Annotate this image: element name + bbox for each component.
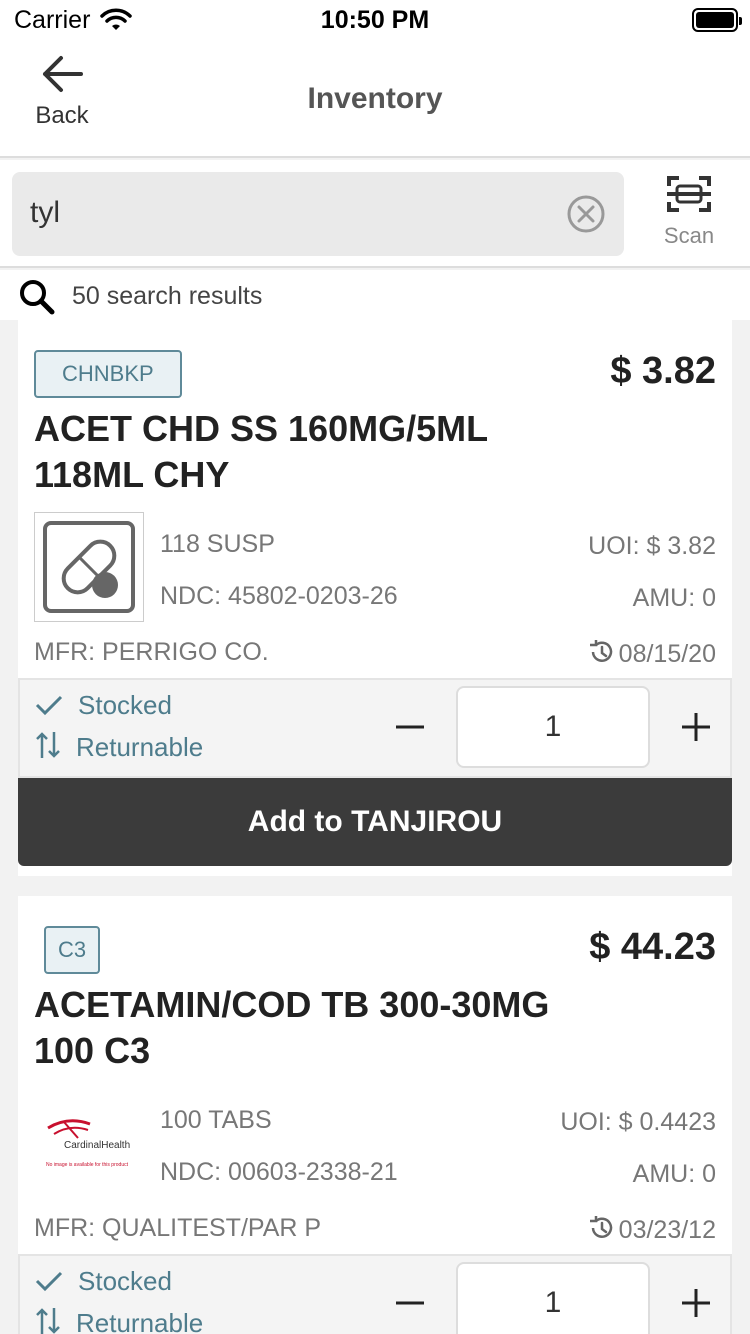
search-icon	[20, 280, 55, 315]
product-ndc: NDC: 00603-2338-21	[160, 1158, 398, 1186]
increase-quantity-button[interactable]	[676, 702, 716, 752]
product-amu: AMU: 0	[632, 1160, 716, 1188]
search-input[interactable]: tyl	[12, 172, 624, 256]
product-uoi: UOI: $ 3.82	[588, 532, 716, 560]
cardinal-health-logo: CardinalHealth No image is available for…	[34, 1088, 144, 1198]
product-name-line1: ACETAMIN/COD TB 300-30MG	[34, 984, 550, 1025]
svg-text:CardinalHealth: CardinalHealth	[64, 1140, 130, 1151]
product-price: $ 44.23	[589, 926, 716, 968]
search-query: tyl	[30, 196, 60, 229]
history-icon	[589, 1216, 612, 1238]
plus-icon	[682, 713, 710, 741]
product-package: 100 TABS	[160, 1106, 272, 1134]
search-area: tyl Scan	[0, 160, 750, 268]
results-count: 50 search results	[72, 282, 263, 310]
product-name: ACETAMIN/COD TB 300-30MG 100 C3	[34, 982, 654, 1074]
product-badge: C3	[44, 926, 101, 974]
scan-label: Scan	[663, 223, 715, 248]
returnable-flag: Returnable	[34, 1306, 203, 1334]
product-manufacturer: MFR: PERRIGO CO.	[34, 638, 269, 666]
returnable-flag: Returnable	[34, 730, 203, 763]
minus-icon	[396, 1301, 424, 1305]
back-button[interactable]: Back	[20, 50, 104, 140]
page-title: Inventory	[307, 82, 443, 115]
stocked-flag: Stocked	[34, 690, 172, 721]
last-ordered-date-value: 08/15/20	[618, 640, 716, 668]
minus-icon	[396, 725, 424, 729]
product-card[interactable]: CHNBKP $ 3.82 ACET CHD SS 160MG/5ML 118M…	[18, 320, 732, 876]
product-badge: CHNBKP	[34, 350, 182, 398]
product-manufacturer: MFR: QUALITEST/PAR P	[34, 1214, 322, 1242]
add-to-order-button[interactable]: Add to TANJIROU	[18, 778, 732, 866]
swap-arrows-icon	[36, 1308, 60, 1334]
product-package: 118 SUSP	[160, 530, 275, 558]
product-price: $ 3.82	[610, 350, 716, 392]
barcode-scan-icon	[667, 176, 711, 212]
navigation-bar: Back Inventory	[0, 40, 750, 158]
quantity-input[interactable]: 1	[456, 686, 650, 768]
status-bar: Carrier 10:50 PM	[0, 0, 750, 40]
decrease-quantity-button[interactable]	[390, 702, 430, 752]
last-ordered-date-value: 03/23/12	[618, 1216, 716, 1244]
last-ordered-date: 08/15/20	[587, 638, 716, 669]
checkmark-icon	[35, 1271, 63, 1292]
product-name-line1: ACET CHD SS 160MG/5ML	[34, 408, 489, 449]
quantity-row: Stocked Returnable 1	[18, 678, 732, 778]
results-summary: 50 search results	[0, 270, 750, 320]
stocked-label: Stocked	[78, 1266, 172, 1296]
stocked-label: Stocked	[78, 690, 172, 720]
svg-text:No image is available for this: No image is available for this product	[46, 1162, 129, 1168]
decrease-quantity-button[interactable]	[390, 1278, 430, 1328]
returnable-label: Returnable	[76, 732, 204, 762]
history-icon	[589, 640, 612, 662]
clear-search-icon[interactable]	[566, 194, 606, 239]
product-name-line2: 100 C3	[34, 1030, 151, 1071]
product-card[interactable]: C3 $ 44.23 ACETAMIN/COD TB 300-30MG 100 …	[18, 896, 732, 1334]
checkmark-icon	[35, 695, 63, 716]
stocked-flag: Stocked	[34, 1266, 172, 1297]
returnable-label: Returnable	[76, 1308, 204, 1334]
clock: 10:50 PM	[320, 6, 430, 34]
back-label: Back	[35, 102, 89, 129]
pill-placeholder-icon	[34, 512, 144, 622]
product-name-line2: 118ML CHY	[34, 454, 230, 495]
plus-icon	[682, 1289, 710, 1317]
battery-icon	[692, 8, 742, 32]
quantity-input[interactable]: 1	[456, 1262, 650, 1334]
last-ordered-date: 03/23/12	[587, 1214, 716, 1245]
quantity-row: Stocked Returnable 1	[18, 1254, 732, 1334]
product-name: ACET CHD SS 160MG/5ML 118ML CHY	[34, 406, 654, 498]
increase-quantity-button[interactable]	[676, 1278, 716, 1328]
product-ndc: NDC: 45802-0203-26	[160, 582, 398, 610]
scan-button[interactable]: Scan	[654, 174, 724, 249]
arrow-left-icon	[43, 56, 83, 92]
product-amu: AMU: 0	[632, 584, 716, 612]
product-uoi: UOI: $ 0.4423	[560, 1108, 716, 1136]
swap-arrows-icon	[36, 732, 60, 758]
